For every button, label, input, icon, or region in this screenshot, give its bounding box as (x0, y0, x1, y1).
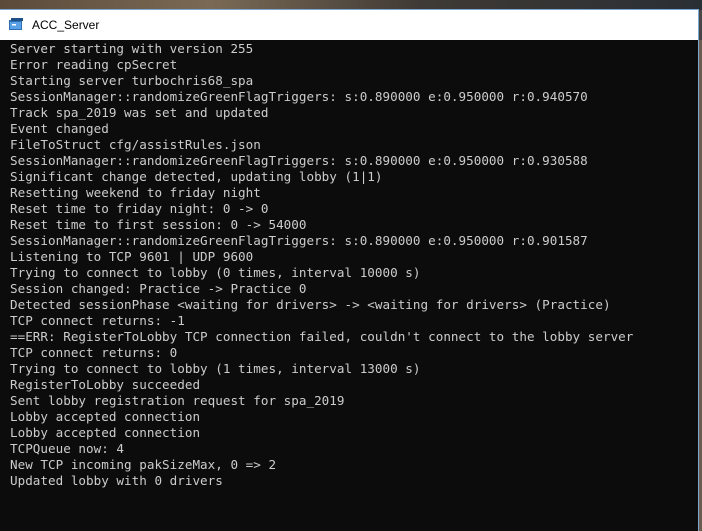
console-line: Track spa_2019 was set and updated (10, 105, 269, 120)
console-line: Trying to connect to lobby (0 times, int… (10, 265, 421, 280)
console-line: Reset time to friday night: 0 -> 0 (10, 201, 269, 216)
console-line: Sent lobby registration request for spa_… (10, 393, 345, 408)
console-line: Starting server turbochris68_spa (10, 73, 254, 88)
console-line: FileToStruct cfg/assistRules.json (10, 137, 261, 152)
console-line: Error reading cpSecret (10, 57, 178, 72)
console-window[interactable]: ACC_Server Server starting with version … (0, 10, 698, 531)
title-bar[interactable]: ACC_Server (0, 10, 698, 40)
console-line: Listening to TCP 9601 | UDP 9600 (10, 249, 254, 264)
console-line: Significant change detected, updating lo… (10, 169, 383, 184)
console-output[interactable]: Server starting with version 255 Error re… (0, 40, 698, 531)
console-line: Event changed (10, 121, 109, 136)
console-line: Updated lobby with 0 drivers (10, 473, 223, 488)
console-line: ==ERR: RegisterToLobby TCP connection fa… (10, 329, 634, 344)
desktop-background-edge (698, 40, 702, 531)
console-line: Server starting with version 255 (10, 41, 254, 56)
console-line: Session changed: Practice -> Practice 0 (10, 281, 307, 296)
console-line: Trying to connect to lobby (1 times, int… (10, 361, 421, 376)
console-lines: Server starting with version 255 Error re… (10, 41, 633, 489)
console-line: Resetting weekend to friday night (10, 185, 261, 200)
console-line: Lobby accepted connection (10, 425, 201, 440)
console-line: Reset time to first session: 0 -> 54000 (10, 217, 307, 232)
console-line: Lobby accepted connection (10, 409, 201, 424)
console-line: RegisterToLobby succeeded (10, 377, 201, 392)
console-line: New TCP incoming pakSizeMax, 0 => 2 (10, 457, 277, 472)
console-line: SessionManager::randomizeGreenFlagTrigge… (10, 89, 588, 104)
console-app-icon (8, 17, 24, 33)
console-line: SessionManager::randomizeGreenFlagTrigge… (10, 153, 588, 168)
console-line: TCPQueue now: 4 (10, 441, 125, 456)
console-line: TCP connect returns: -1 (10, 313, 185, 328)
console-line: SessionManager::randomizeGreenFlagTrigge… (10, 233, 588, 248)
console-line: TCP connect returns: 0 (10, 345, 178, 360)
window-title: ACC_Server (32, 18, 100, 32)
desktop-background-strip (0, 0, 702, 10)
console-line: Detected sessionPhase <waiting for drive… (10, 297, 611, 312)
